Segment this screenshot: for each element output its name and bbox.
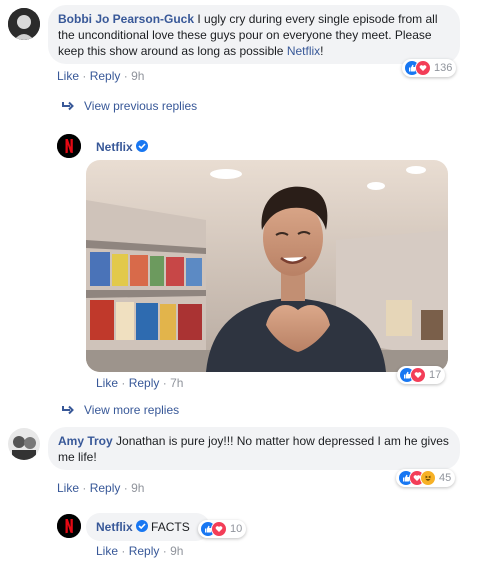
reply-link[interactable]: Reply bbox=[90, 481, 121, 495]
reply-bubble: Netflix FACTS bbox=[86, 513, 210, 541]
separator: · bbox=[121, 376, 126, 390]
view-more-replies[interactable]: View more replies bbox=[62, 403, 179, 417]
separator: · bbox=[123, 481, 128, 495]
reaction-summary[interactable]: 136 bbox=[402, 59, 457, 77]
timestamp[interactable]: 9h bbox=[131, 69, 144, 83]
separator: · bbox=[162, 376, 167, 390]
reaction-count: 136 bbox=[434, 62, 453, 74]
like-link[interactable]: Like bbox=[57, 481, 79, 495]
avatar-netflix[interactable] bbox=[57, 514, 81, 538]
reply-actions: Like · Reply · 7h bbox=[96, 376, 183, 390]
reply-link[interactable]: Reply bbox=[129, 376, 160, 390]
reaction-summary[interactable]: 17 bbox=[397, 366, 446, 384]
reply-gif-image[interactable] bbox=[86, 160, 448, 372]
love-icon bbox=[410, 367, 426, 383]
separator: · bbox=[162, 544, 167, 558]
netflix-logo-icon bbox=[57, 514, 81, 538]
reply-author-row: Netflix bbox=[96, 140, 148, 154]
reaction-count: 10 bbox=[230, 523, 243, 535]
comment-bubble: Amy Troy Jonathan is pure joy!!! No matt… bbox=[48, 427, 460, 470]
verified-badge-icon bbox=[135, 520, 148, 532]
separator: · bbox=[123, 69, 128, 83]
timestamp[interactable]: 9h bbox=[131, 481, 144, 495]
netflix-logo-icon bbox=[57, 134, 81, 158]
comment-actions: Like · Reply · 9h bbox=[57, 69, 144, 83]
reply-link[interactable]: Reply bbox=[129, 544, 160, 558]
comment-bubble: Bobbi Jo Pearson-Guck I ugly cry during … bbox=[48, 5, 460, 64]
view-more-label: View more replies bbox=[84, 403, 180, 417]
verified-badge-icon bbox=[135, 140, 148, 152]
reply-text: FACTS bbox=[151, 520, 190, 534]
comment-text: Jonathan is pure joy!!! No matter how de… bbox=[58, 434, 449, 464]
reply-arrow-icon bbox=[62, 101, 74, 111]
view-previous-replies[interactable]: View previous replies bbox=[62, 99, 197, 113]
reaction-count: 45 bbox=[439, 472, 452, 484]
love-icon bbox=[211, 521, 227, 537]
reaction-summary[interactable]: 45 bbox=[396, 469, 456, 487]
love-icon bbox=[415, 60, 431, 76]
separator: · bbox=[82, 481, 87, 495]
reply-author[interactable]: Netflix bbox=[96, 140, 133, 154]
comment-author[interactable]: Amy Troy bbox=[58, 434, 113, 448]
separator: · bbox=[121, 544, 126, 558]
separator: · bbox=[82, 69, 87, 83]
reply-arrow-icon bbox=[62, 405, 74, 415]
avatar-netflix[interactable] bbox=[57, 134, 81, 158]
timestamp[interactable]: 9h bbox=[170, 544, 183, 558]
comment-suffix: ! bbox=[320, 44, 324, 58]
reaction-summary[interactable]: 10 bbox=[198, 520, 247, 538]
comment-actions: Like · Reply · 9h bbox=[57, 481, 144, 495]
like-link[interactable]: Like bbox=[96, 376, 118, 390]
reaction-count: 17 bbox=[429, 369, 442, 381]
reply-author[interactable]: Netflix bbox=[96, 520, 133, 534]
reply-actions: Like · Reply · 9h bbox=[96, 544, 183, 558]
avatar-bobbi[interactable] bbox=[8, 8, 40, 40]
reply-link[interactable]: Reply bbox=[90, 69, 121, 83]
view-previous-label: View previous replies bbox=[84, 99, 198, 113]
haha-icon bbox=[420, 470, 436, 486]
like-link[interactable]: Like bbox=[96, 544, 118, 558]
like-link[interactable]: Like bbox=[57, 69, 79, 83]
comment-author[interactable]: Bobbi Jo Pearson-Guck bbox=[58, 12, 194, 26]
avatar-amy[interactable] bbox=[8, 428, 40, 460]
timestamp[interactable]: 7h bbox=[170, 376, 183, 390]
mention-link[interactable]: Netflix bbox=[287, 44, 320, 58]
